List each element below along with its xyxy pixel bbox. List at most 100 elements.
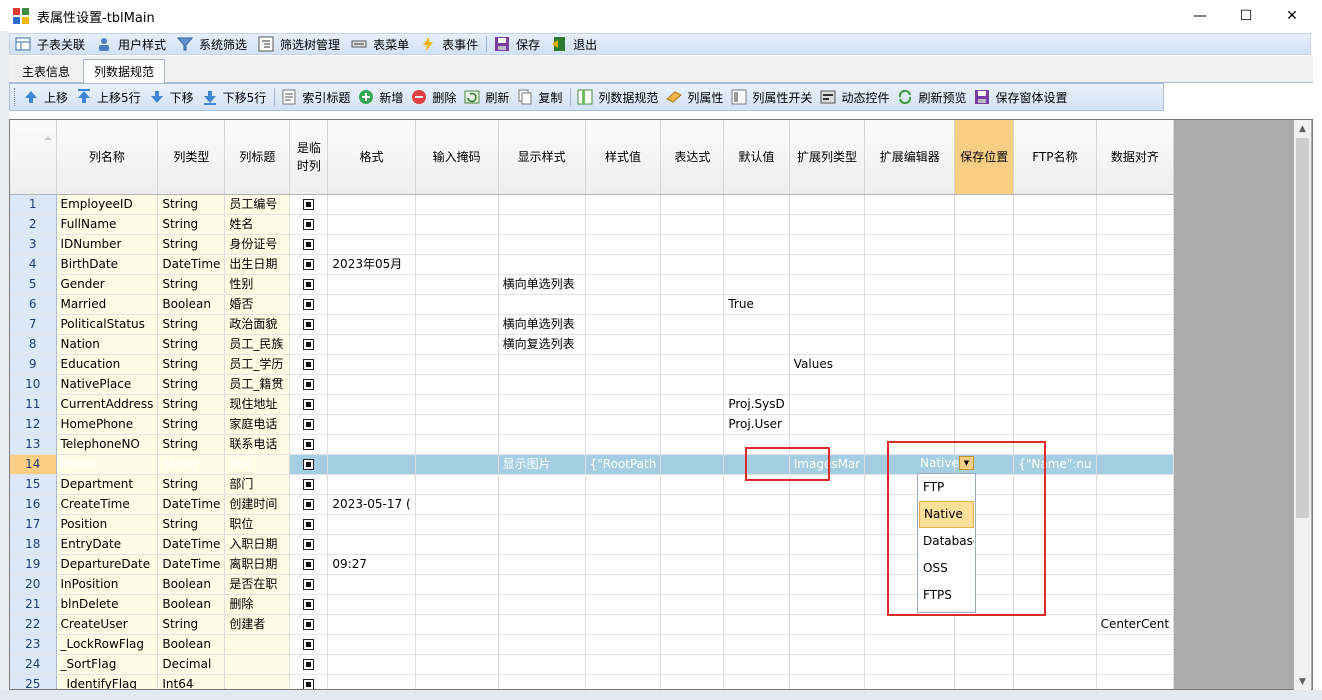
cell-ext-editor[interactable] bbox=[864, 194, 956, 215]
temp-column-checkbox[interactable] bbox=[303, 218, 315, 230]
save-location-combo[interactable]: Native ▼ bbox=[917, 453, 976, 473]
cell-save-location[interactable] bbox=[954, 274, 1015, 295]
cell-column-title[interactable]: 员工_籍贯 bbox=[224, 374, 291, 395]
cell-format[interactable] bbox=[327, 634, 416, 655]
header-save-location[interactable]: 保存位置 bbox=[954, 120, 1015, 195]
cell-column-name[interactable]: FullName bbox=[56, 214, 159, 235]
cell-column-name[interactable]: TelephoneNO bbox=[56, 434, 159, 455]
cell-input-mask[interactable] bbox=[415, 434, 499, 455]
cell-temp-column[interactable] bbox=[289, 614, 329, 635]
cell-column-type[interactable]: Decimal bbox=[157, 654, 226, 675]
cell-expression[interactable] bbox=[660, 634, 725, 655]
cell-column-title[interactable] bbox=[224, 634, 291, 655]
cell-default-value[interactable] bbox=[723, 514, 790, 535]
cell-display-style[interactable] bbox=[498, 474, 586, 495]
cell-input-mask[interactable] bbox=[415, 514, 499, 535]
cell-format[interactable]: 2023年05月 bbox=[327, 254, 416, 275]
cell-style-value[interactable] bbox=[585, 474, 662, 495]
cell-column-name[interactable]: Position bbox=[56, 514, 159, 535]
cell-column-name[interactable]: _IdentifyFlag bbox=[56, 674, 159, 689]
cell-column-type[interactable]: String bbox=[157, 354, 226, 375]
row-number[interactable]: 17 bbox=[10, 514, 57, 535]
cell-display-style[interactable] bbox=[498, 534, 586, 555]
cell-ext-column-type[interactable] bbox=[789, 314, 866, 335]
cell-ext-editor[interactable] bbox=[864, 634, 956, 655]
cell-temp-column[interactable] bbox=[289, 494, 329, 515]
table-row[interactable]: 20 InPosition Boolean 是否在职 bbox=[10, 574, 1175, 595]
cell-save-location[interactable] bbox=[954, 374, 1015, 395]
cell-expression[interactable] bbox=[660, 294, 725, 315]
cell-data-align[interactable] bbox=[1096, 514, 1175, 535]
cell-ext-column-type[interactable] bbox=[789, 394, 866, 415]
header-column-title[interactable]: 列标题 bbox=[224, 120, 291, 195]
row-number[interactable]: 3 bbox=[10, 234, 57, 255]
cell-display-style[interactable] bbox=[498, 514, 586, 535]
cell-column-name[interactable]: Gender bbox=[56, 274, 159, 295]
cell-data-align[interactable] bbox=[1096, 274, 1175, 295]
table-row[interactable]: 25 _IdentifyFlag Int64 bbox=[10, 674, 1175, 689]
cell-expression[interactable] bbox=[660, 614, 725, 635]
cell-expression[interactable] bbox=[660, 534, 725, 555]
cell-default-value[interactable] bbox=[723, 554, 790, 575]
cell-input-mask[interactable] bbox=[415, 454, 499, 475]
cell-column-type[interactable]: String bbox=[157, 334, 226, 355]
cell-format[interactable] bbox=[327, 614, 416, 635]
cell-ftp-name[interactable] bbox=[1013, 494, 1097, 515]
cell-column-name[interactable]: Department bbox=[56, 474, 159, 495]
cell-default-value[interactable] bbox=[723, 434, 790, 455]
cell-ftp-name[interactable] bbox=[1013, 314, 1097, 335]
cell-ext-editor[interactable] bbox=[864, 274, 956, 295]
cell-temp-column[interactable] bbox=[289, 374, 329, 395]
row-number[interactable]: 9 bbox=[10, 354, 57, 375]
cell-data-align[interactable] bbox=[1096, 594, 1175, 615]
cell-style-value[interactable] bbox=[585, 414, 662, 435]
cell-format[interactable]: 09:27 bbox=[327, 554, 416, 575]
cell-input-mask[interactable] bbox=[415, 374, 499, 395]
row-number[interactable]: 20 bbox=[10, 574, 57, 595]
cell-temp-column[interactable] bbox=[289, 274, 329, 295]
row-number[interactable]: 24 bbox=[10, 654, 57, 675]
grid-corner[interactable] bbox=[10, 120, 57, 195]
cell-format[interactable] bbox=[327, 214, 416, 235]
row-number[interactable]: 11 bbox=[10, 394, 57, 415]
cell-display-style[interactable]: 显示图片 bbox=[498, 454, 586, 475]
cell-input-mask[interactable] bbox=[415, 314, 499, 335]
cell-input-mask[interactable] bbox=[415, 354, 499, 375]
temp-column-checkbox[interactable] bbox=[303, 558, 315, 570]
cell-default-value[interactable] bbox=[723, 254, 790, 275]
cell-ftp-name[interactable] bbox=[1013, 354, 1097, 375]
minimize-button[interactable]: — bbox=[1177, 0, 1223, 31]
row-number[interactable]: 22 bbox=[10, 614, 57, 635]
cell-temp-column[interactable] bbox=[289, 414, 329, 435]
move-up-5-button[interactable]: 上移5行 bbox=[73, 86, 146, 108]
cell-default-value[interactable]: True bbox=[723, 294, 790, 315]
cell-temp-column[interactable] bbox=[289, 474, 329, 495]
cell-ext-column-type[interactable] bbox=[789, 534, 866, 555]
cell-display-style[interactable] bbox=[498, 254, 586, 275]
table-row[interactable]: 19 DepartureDate DateTime 离职日期 09:27 bbox=[10, 554, 1175, 575]
temp-column-checkbox[interactable] bbox=[303, 478, 315, 490]
cell-input-mask[interactable] bbox=[415, 594, 499, 615]
cell-format[interactable] bbox=[327, 574, 416, 595]
cell-column-type[interactable]: String bbox=[157, 414, 226, 435]
cell-display-style[interactable]: 横向复选列表 bbox=[498, 334, 586, 355]
cell-format[interactable] bbox=[327, 454, 416, 475]
move-down-5-button[interactable]: 下移5行 bbox=[199, 86, 272, 108]
table-row[interactable]: 17 Position String 职位 bbox=[10, 514, 1175, 535]
cell-style-value[interactable] bbox=[585, 674, 662, 689]
cell-format[interactable] bbox=[327, 354, 416, 375]
cell-expression[interactable] bbox=[660, 234, 725, 255]
table-row[interactable]: 2 FullName String 姓名 bbox=[10, 214, 1175, 235]
column-switch-button[interactable]: 列属性开关 bbox=[728, 86, 817, 108]
cell-column-name[interactable]: blnDelete bbox=[56, 594, 159, 615]
cell-input-mask[interactable] bbox=[415, 254, 499, 275]
cell-default-value[interactable] bbox=[723, 234, 790, 255]
cell-expression[interactable] bbox=[660, 454, 725, 475]
cell-format[interactable] bbox=[327, 474, 416, 495]
cell-column-type[interactable]: String bbox=[157, 234, 226, 255]
menu-filter-tree[interactable]: 筛选树管理 bbox=[253, 34, 346, 54]
cell-column-title[interactable]: 删除 bbox=[224, 594, 291, 615]
cell-format[interactable] bbox=[327, 414, 416, 435]
cell-ftp-name[interactable] bbox=[1013, 614, 1097, 635]
table-row[interactable]: 3 IDNumber String 身份证号 bbox=[10, 234, 1175, 255]
